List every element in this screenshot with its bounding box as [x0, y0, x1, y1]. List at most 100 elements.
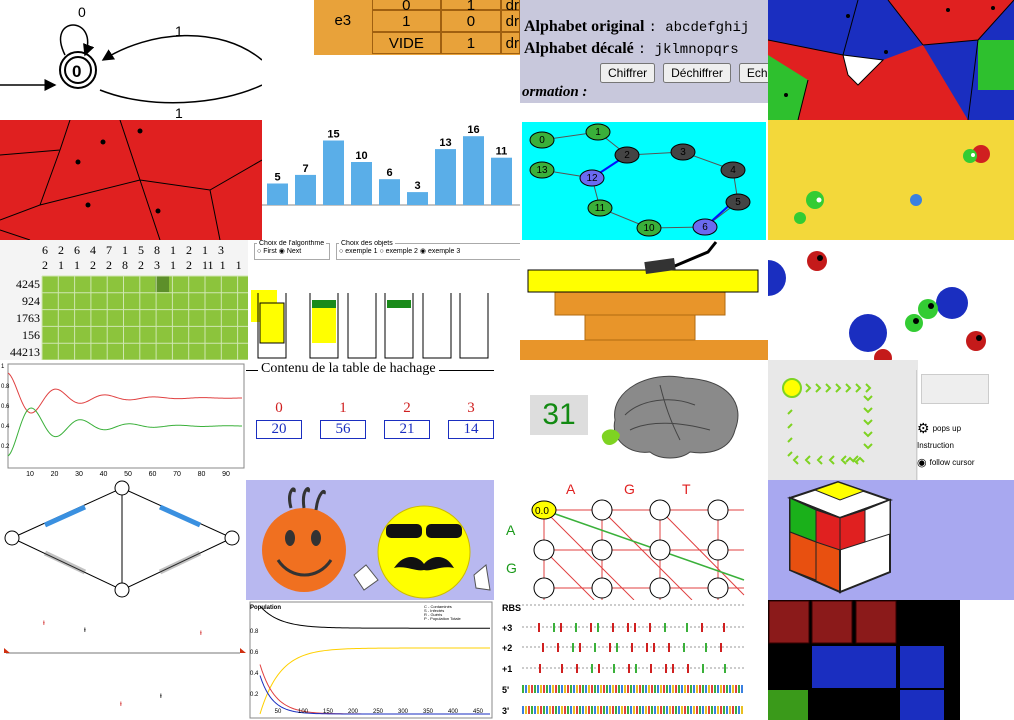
- base-mark: [528, 706, 530, 714]
- base-mark: [537, 706, 539, 714]
- bar: [351, 162, 372, 205]
- platform-scene: [520, 241, 768, 360]
- base-mark: [609, 685, 611, 693]
- base-mark: [675, 685, 677, 693]
- codon-mark: [612, 623, 614, 632]
- bar: [295, 174, 316, 205]
- ball-yellow-tile: [768, 120, 1014, 240]
- codon-mark: [627, 623, 629, 632]
- follow-cursor-button[interactable]: ◉ follow cursor: [917, 456, 989, 469]
- base-mark: [720, 685, 722, 693]
- bottom-edge-label: 1: [175, 105, 183, 120]
- codon-mark: [672, 664, 674, 673]
- bar: [379, 179, 400, 205]
- voronoi-red-tile: [0, 120, 262, 240]
- radio-ex3[interactable]: ◉ exemple 3: [420, 248, 460, 255]
- base-mark: [705, 706, 707, 714]
- color-grid[interactable]: [768, 600, 1014, 720]
- x-tick-label: 70: [173, 471, 181, 478]
- radio-next[interactable]: ◉ Next: [279, 248, 301, 255]
- bar-chart: 5 7 15 10 6 3 13 16 11: [262, 124, 520, 206]
- base-mark: [705, 685, 707, 693]
- base-mark: [546, 706, 548, 714]
- hash-cell[interactable]: 56: [320, 420, 366, 439]
- codon-mark: [560, 623, 562, 632]
- codon-mark: [650, 664, 652, 673]
- automaton-diagram: 0 0 1 1: [0, 4, 262, 120]
- population-chart-tile: Population C - Contaminés S - Infectés R - …: [246, 600, 494, 720]
- base-mark: [543, 706, 545, 714]
- knapsack-tile: Choix de l'algorithme ○ First ◉ Next Cho…: [248, 240, 520, 360]
- y-tick-label: 0.8: [250, 629, 259, 635]
- radio-ex1[interactable]: ○ exemple 1: [339, 248, 377, 255]
- hash-cell[interactable]: 20: [256, 420, 302, 439]
- base-mark: [588, 685, 590, 693]
- base-mark: [702, 706, 704, 714]
- cell: 1: [371, 10, 442, 32]
- x-tick-label: 20: [51, 471, 59, 478]
- base-mark: [585, 685, 587, 693]
- bar: [463, 136, 484, 205]
- base-mark: [576, 685, 578, 693]
- base-mark: [603, 685, 605, 693]
- orig-value: : abcdefghij: [648, 20, 750, 36]
- svg-text:ᵻ: ᵻ: [84, 625, 86, 634]
- brain-image: [601, 375, 739, 459]
- base-mark: [711, 706, 713, 714]
- brain-tile: 31: [520, 360, 768, 480]
- base-mark: [651, 685, 653, 693]
- base-mark: [522, 685, 524, 693]
- robot-tile: ⚙ pops up Instruction ◉ follow cursor: [768, 360, 1014, 480]
- base-mark: [663, 706, 665, 714]
- base-mark: [630, 685, 632, 693]
- hash-cell[interactable]: 21: [384, 420, 430, 439]
- smileys: [262, 487, 491, 599]
- graph-node-label: 10: [643, 223, 655, 234]
- base-mark: [621, 706, 623, 714]
- popup-button[interactable]: ⚙ pops up: [917, 420, 989, 437]
- base-mark: [636, 685, 638, 693]
- graph-node-label: 0: [539, 135, 545, 146]
- decrypt-button[interactable]: Déchiffrer: [663, 63, 731, 83]
- base-mark: [618, 685, 620, 693]
- hash-cell[interactable]: 14: [448, 420, 494, 439]
- graph-node-label: 11: [595, 203, 606, 214]
- base-mark: [567, 685, 569, 693]
- third-button[interactable]: Ech: [738, 63, 768, 83]
- codon-mark: [702, 664, 704, 673]
- base-mark: [732, 685, 734, 693]
- automaton-tile: 0 0 1 1: [0, 0, 262, 120]
- nonogram-grid[interactable]: [0, 240, 248, 360]
- base-mark: [639, 706, 641, 714]
- graph-node-label: 12: [586, 173, 598, 184]
- radio-first[interactable]: ○ First: [257, 248, 277, 255]
- base-mark: [549, 706, 551, 714]
- graph-node-label: 2: [624, 150, 630, 161]
- oscillation-chart: 102030405060708090t10.80.60.40.2: [1, 363, 245, 478]
- base-mark: [570, 706, 572, 714]
- base-mark: [738, 706, 740, 714]
- cell: dr: [500, 32, 520, 54]
- base-mark: [633, 706, 635, 714]
- base-mark: [681, 706, 683, 714]
- base-mark: [690, 706, 692, 714]
- algo-group-title: Choix de l'algorithme: [259, 240, 325, 247]
- rbs-tile: RBS +3 +2 +1 5' 3': [494, 600, 768, 720]
- base-mark: [564, 706, 566, 714]
- base-mark: [540, 685, 542, 693]
- encrypt-button[interactable]: Chiffrer: [600, 63, 656, 83]
- ball-game: [794, 145, 990, 224]
- network-diagram: [4, 480, 240, 598]
- codon-mark: [538, 623, 540, 632]
- base-mark: [735, 706, 737, 714]
- x-tick-label: 80: [198, 471, 206, 478]
- base-mark: [666, 685, 668, 693]
- graph-node-label: 6: [702, 222, 708, 233]
- radio-ex2[interactable]: ○ exemple 2: [379, 248, 417, 255]
- y-tick-label: 0.4: [250, 671, 259, 677]
- codon-mark: [539, 664, 541, 673]
- graph-diagram: 012 345610111213: [522, 122, 766, 240]
- base-mark: [528, 685, 530, 693]
- cipher-tile: Alphabet original : abcdefghij Alphabet …: [520, 0, 768, 103]
- base-mark: [552, 685, 554, 693]
